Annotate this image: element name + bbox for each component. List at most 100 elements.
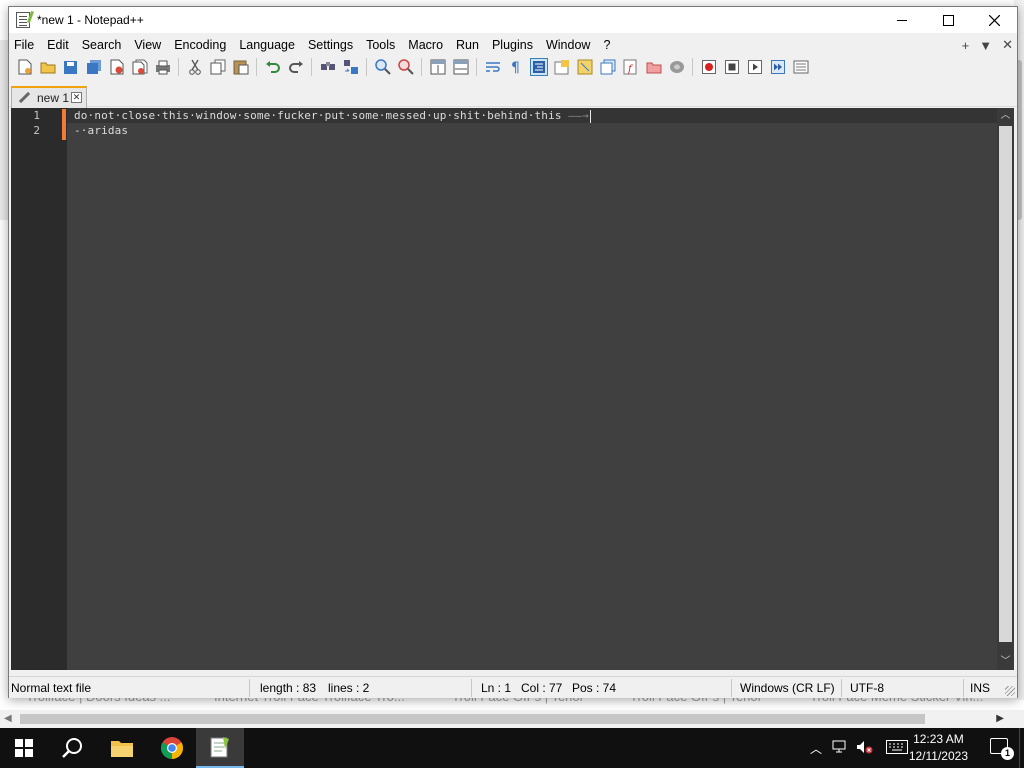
show-desktop-button[interactable] bbox=[1019, 728, 1024, 768]
find-icon[interactable] bbox=[319, 58, 337, 76]
document-tab-bar: new 1 ✕ bbox=[9, 83, 1017, 108]
folder-as-workspace-icon[interactable] bbox=[645, 58, 663, 76]
menu-view[interactable]: View bbox=[128, 38, 168, 52]
zoom-out-icon[interactable] bbox=[397, 58, 415, 76]
menu-plugins[interactable]: Plugins bbox=[486, 38, 540, 52]
editor-scroll-thumb[interactable] bbox=[999, 126, 1012, 642]
scroll-down-icon[interactable]: ﹀ bbox=[997, 654, 1014, 670]
toolbar: ¶ f bbox=[9, 55, 1017, 79]
status-divider bbox=[963, 679, 964, 697]
editor-area[interactable]: 1 2 do·not·close·this·window·some·fucker… bbox=[11, 108, 1014, 670]
svg-text:¶: ¶ bbox=[511, 60, 520, 74]
toolbar-separator bbox=[421, 58, 422, 76]
document-list-icon[interactable] bbox=[599, 58, 617, 76]
print-icon[interactable] bbox=[154, 58, 172, 76]
menu-help[interactable]: ? bbox=[597, 38, 617, 52]
cut-icon[interactable] bbox=[186, 58, 204, 76]
close-all-icon[interactable] bbox=[131, 58, 149, 76]
record-macro-icon[interactable] bbox=[700, 58, 718, 76]
network-icon[interactable] bbox=[832, 740, 848, 756]
undo-icon[interactable] bbox=[264, 58, 282, 76]
notification-badge: 1 bbox=[1001, 747, 1014, 760]
keyboard-icon[interactable] bbox=[886, 740, 908, 756]
toolbar-separator bbox=[366, 58, 367, 76]
notepad-plus-plus-taskbar-icon[interactable] bbox=[196, 728, 244, 768]
new-file-icon[interactable] bbox=[16, 58, 34, 76]
text-editor[interactable]: do·not·close·this·window·some·fucker·put… bbox=[67, 108, 997, 670]
save-icon[interactable] bbox=[62, 58, 80, 76]
toolbar-separator bbox=[311, 58, 312, 76]
copy-icon[interactable] bbox=[209, 58, 227, 76]
close-icon[interactable] bbox=[108, 58, 126, 76]
word-wrap-icon[interactable] bbox=[484, 58, 502, 76]
menu-search[interactable]: Search bbox=[76, 38, 129, 52]
menu-tools[interactable]: Tools bbox=[360, 38, 402, 52]
chrome-icon[interactable] bbox=[148, 728, 196, 768]
search-icon[interactable] bbox=[48, 728, 96, 768]
status-lines: lines : 2 bbox=[328, 681, 370, 695]
function-list-icon[interactable]: f bbox=[622, 58, 640, 76]
resize-grip-icon[interactable] bbox=[1005, 686, 1015, 696]
taskbar: ︿ 12:23 AM 12/11/2023 1 bbox=[0, 728, 1024, 768]
status-length: length : 83 bbox=[260, 681, 317, 695]
scroll-up-icon[interactable]: ︿ bbox=[997, 108, 1014, 124]
pencil-icon bbox=[17, 91, 31, 105]
maximize-button[interactable] bbox=[925, 7, 971, 33]
save-all-icon[interactable] bbox=[85, 58, 103, 76]
scroll-right-icon[interactable]: ▶ bbox=[996, 713, 1004, 724]
line-text: do·not·close·this·window·some·fucker·put… bbox=[74, 109, 562, 122]
browser-horizontal-scrollbar[interactable]: ◀ ▶ bbox=[0, 710, 1024, 728]
file-explorer-icon[interactable] bbox=[98, 728, 146, 768]
sync-vertical-icon[interactable] bbox=[429, 58, 447, 76]
close-window-button[interactable] bbox=[971, 7, 1017, 33]
paste-icon[interactable] bbox=[232, 58, 250, 76]
save-macro-icon[interactable] bbox=[792, 58, 810, 76]
status-ln: Ln : 1 bbox=[481, 681, 512, 695]
menu-run[interactable]: Run bbox=[450, 38, 486, 52]
browser-hscroll-thumb[interactable] bbox=[20, 714, 925, 724]
action-center-icon[interactable]: 1 bbox=[990, 738, 1014, 760]
show-all-characters-icon[interactable]: ¶ bbox=[507, 58, 525, 76]
user-defined-language-icon[interactable] bbox=[553, 58, 571, 76]
close-document-icon[interactable]: ✕ bbox=[1002, 37, 1013, 53]
volume-muted-icon[interactable] bbox=[856, 740, 874, 756]
sync-horizontal-icon[interactable] bbox=[452, 58, 470, 76]
tab-close-icon[interactable]: ✕ bbox=[71, 92, 82, 103]
document-map-icon[interactable] bbox=[576, 58, 594, 76]
menu-window[interactable]: Window bbox=[540, 38, 597, 52]
replace-icon[interactable] bbox=[342, 58, 360, 76]
playback-macro-icon[interactable] bbox=[746, 58, 764, 76]
redo-icon[interactable] bbox=[287, 58, 305, 76]
status-insert-mode[interactable]: INS bbox=[970, 681, 990, 695]
menu-settings[interactable]: Settings bbox=[302, 38, 360, 52]
scroll-left-icon[interactable]: ◀ bbox=[4, 713, 12, 724]
taskbar-clock[interactable]: 12:23 AM 12/11/2023 bbox=[909, 731, 968, 765]
line-number-gutter: 1 2 bbox=[11, 108, 64, 670]
minimize-button[interactable] bbox=[879, 7, 925, 33]
tab-new-1[interactable]: new 1 ✕ bbox=[11, 86, 87, 108]
new-tab-icon[interactable]: + bbox=[962, 38, 970, 53]
monitoring-icon[interactable] bbox=[668, 58, 686, 76]
code-line[interactable]: -·aridas bbox=[74, 124, 128, 137]
menu-edit[interactable]: Edit bbox=[41, 38, 76, 52]
indent-guide-icon[interactable] bbox=[529, 58, 548, 76]
stop-recording-icon[interactable] bbox=[723, 58, 741, 76]
status-encoding[interactable]: UTF-8 bbox=[850, 681, 884, 695]
open-file-icon[interactable] bbox=[39, 58, 57, 76]
title-bar[interactable]: *new 1 - Notepad++ bbox=[9, 7, 1017, 33]
menu-file[interactable]: File bbox=[9, 38, 41, 52]
menu-language[interactable]: Language bbox=[233, 38, 302, 52]
show-hidden-icons-icon[interactable]: ︿ bbox=[810, 740, 822, 756]
menu-macro[interactable]: Macro bbox=[402, 38, 450, 52]
status-eol[interactable]: Windows (CR LF) bbox=[740, 681, 835, 695]
editor-vertical-scrollbar[interactable]: ︿ ﹀ bbox=[997, 108, 1014, 670]
zoom-in-icon[interactable] bbox=[374, 58, 392, 76]
tab-list-dropdown-icon[interactable]: ▼ bbox=[979, 38, 992, 53]
menu-encoding[interactable]: Encoding bbox=[168, 38, 233, 52]
tab-label: new 1 bbox=[37, 91, 70, 105]
windows-start-icon[interactable] bbox=[0, 728, 48, 768]
code-line[interactable]: do·not·close·this·window·some·fucker·put… bbox=[74, 109, 591, 123]
line-number: 2 bbox=[33, 124, 40, 137]
status-col: Col : 77 bbox=[521, 681, 563, 695]
run-macro-multiple-icon[interactable] bbox=[769, 58, 787, 76]
